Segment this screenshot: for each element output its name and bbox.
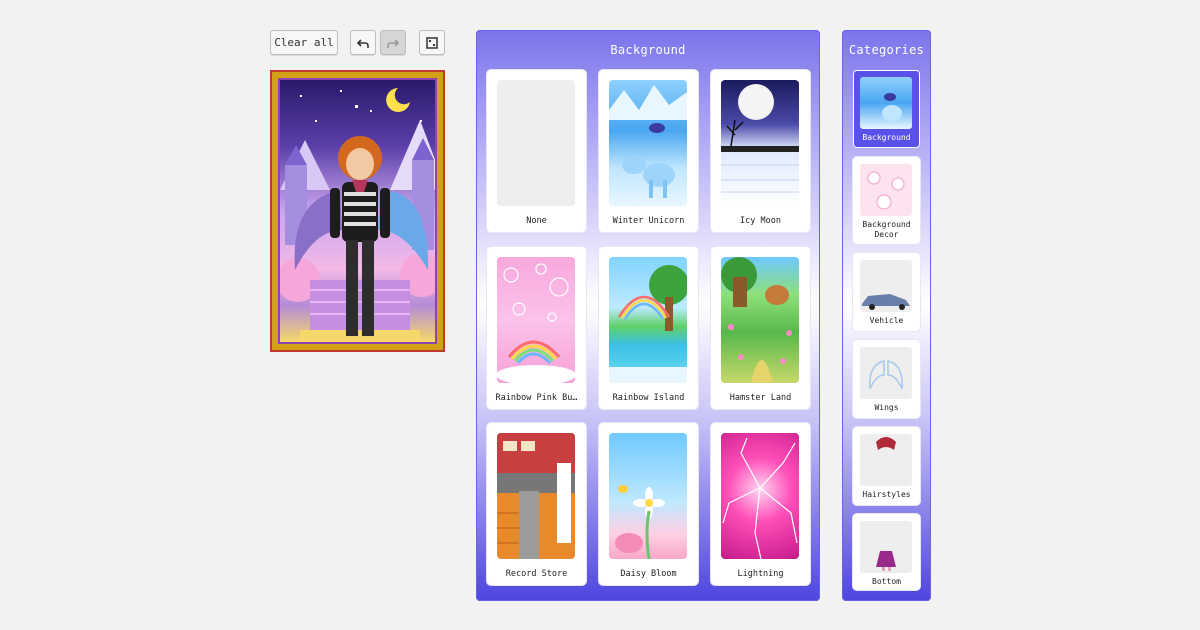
background-item-label: Icy Moon	[740, 216, 781, 226]
category-vehicle[interactable]: Vehicle	[853, 253, 920, 331]
background-item-label: Daisy Bloom	[620, 569, 677, 579]
background-item-label: None	[526, 216, 547, 226]
category-label: Decor	[874, 230, 899, 239]
undo-button[interactable]	[350, 30, 376, 55]
background-item-label: Record Store	[505, 569, 568, 579]
category-wings[interactable]: Wings	[853, 340, 920, 418]
background-thumbnail	[497, 257, 575, 383]
category-label: Vehicle	[869, 316, 904, 325]
background-thumbnail	[609, 433, 687, 559]
category-background-decor[interactable]: Background Decor	[853, 157, 920, 244]
category-thumbnail	[860, 164, 912, 216]
moon-icon	[386, 88, 410, 112]
background-item-lightning[interactable]: Lightning	[711, 423, 810, 585]
background-thumbnail	[721, 80, 799, 206]
background-item-label: Hamster Land	[729, 393, 792, 403]
background-thumbnail	[721, 257, 799, 383]
redo-icon	[387, 37, 399, 49]
background-thumbnail	[497, 80, 575, 206]
category-thumbnail	[860, 77, 912, 129]
category-bottom[interactable]: Bottom	[853, 514, 920, 590]
background-item-label: Winter Unicorn	[612, 216, 685, 226]
category-thumbnail	[860, 260, 912, 312]
background-item-winter-unicorn[interactable]: Winter Unicorn	[599, 70, 698, 232]
category-thumbnail	[860, 347, 912, 399]
background-item-label: Lightning	[737, 569, 784, 579]
background-item-daisy-bloom[interactable]: Daisy Bloom	[599, 423, 698, 585]
background-item-none[interactable]: None	[487, 70, 586, 232]
category-label: Bottom	[872, 577, 901, 586]
background-item-label: Rainbow Island	[612, 393, 685, 403]
background-panel: Background None Winter Unicorn Icy Moon …	[476, 30, 820, 601]
background-thumbnail	[609, 80, 687, 206]
category-label: Background	[862, 220, 911, 229]
dice-icon	[426, 36, 438, 49]
background-item-rainbow-island[interactable]: Rainbow Island	[599, 247, 698, 409]
undo-icon	[357, 37, 369, 49]
categories-panel: Categories Background Background Decor V…	[842, 30, 931, 601]
category-hairstyles[interactable]: Hairstyles	[853, 427, 920, 505]
background-panel-title: Background	[610, 43, 686, 57]
background-thumbnail	[721, 433, 799, 559]
redo-button[interactable]	[380, 30, 406, 55]
category-label: Hairstyles	[862, 490, 911, 499]
background-thumbnail	[497, 433, 575, 559]
background-item-label: Rainbow Pink Bu…	[495, 393, 578, 403]
category-thumbnail	[860, 434, 912, 486]
background-item-rainbow-pink-bubbles[interactable]: Rainbow Pink Bu…	[487, 247, 586, 409]
clear-all-label: Clear all	[274, 36, 334, 49]
background-item-record-store[interactable]: Record Store	[487, 423, 586, 585]
category-background[interactable]: Background	[853, 70, 920, 148]
preview-scene	[278, 78, 437, 344]
background-item-hamster-land[interactable]: Hamster Land	[711, 247, 810, 409]
categories-panel-title: Categories	[848, 43, 925, 57]
random-button[interactable]	[419, 30, 445, 55]
character-preview	[270, 70, 445, 352]
clear-all-button[interactable]: Clear all	[270, 30, 338, 55]
background-thumbnail	[609, 257, 687, 383]
category-label: Wings	[874, 403, 899, 412]
background-item-icy-moon[interactable]: Icy Moon	[711, 70, 810, 232]
category-label: Background	[862, 133, 911, 142]
category-thumbnail	[860, 521, 912, 573]
